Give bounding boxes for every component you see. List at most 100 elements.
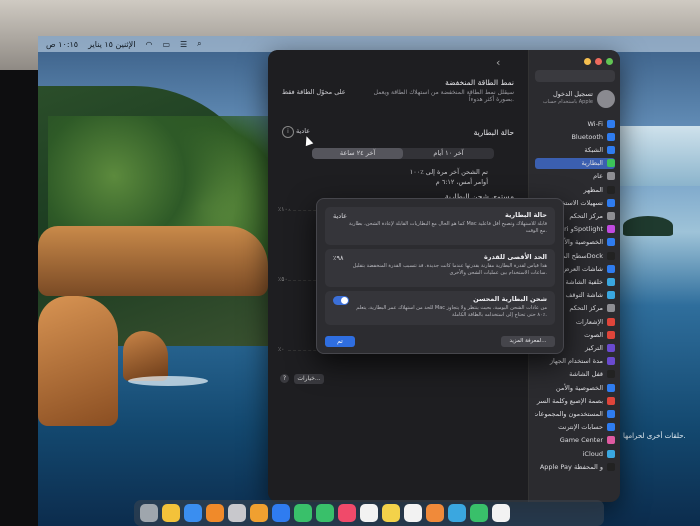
pages-icon[interactable] (206, 504, 224, 522)
calendar-icon[interactable] (360, 504, 378, 522)
sidebar-item-icon (607, 370, 615, 379)
battery-health-value: عادية (296, 127, 311, 135)
sidebar-item[interactable]: Wi-Fi (535, 118, 615, 129)
sidebar-item-icon (607, 304, 615, 313)
sidebar-item-label: قفل الشاشة (569, 370, 603, 379)
axis-label: ٪٥٠ (278, 276, 288, 283)
sidebar-item-label: الإشعارات (575, 317, 603, 326)
sidebar-profile[interactable]: تسجيل الدخول باستخدام حساب Apple (535, 88, 615, 112)
profile-sub: باستخدام حساب Apple (542, 99, 593, 105)
card-desc: كما هو الحال مع البطاريات القابلة لإعادة… (349, 221, 547, 234)
sidebar-item[interactable]: الخصوصية والأمن (535, 382, 615, 393)
range-segmented-control[interactable]: آخر ٢٤ ساعة آخر ١٠ أيام (312, 148, 494, 159)
options-button[interactable]: خيارات... (294, 374, 324, 384)
last-charged: تم الشحن آخر مرة إلى ٪١٠٠ (409, 168, 488, 176)
sidebar-item[interactable]: عام (535, 171, 615, 182)
photos-icon[interactable] (426, 504, 444, 522)
minimize-button[interactable] (584, 58, 591, 65)
sidebar-item-icon (607, 383, 615, 392)
low-power-select[interactable]: على محوّل الطاقة فقط (282, 88, 346, 96)
mail-icon[interactable] (492, 504, 510, 522)
sidebar-item-icon (607, 264, 615, 273)
sidebar-item[interactable]: الشبكة (535, 144, 615, 155)
wallpaper-cliff (38, 226, 268, 296)
sidebar-item-label: خلفية الشاشة (565, 277, 603, 286)
sidebar-item-icon (607, 449, 615, 458)
notes-icon[interactable] (382, 504, 400, 522)
sidebar-item[interactable]: حسابات الإنترنت (535, 422, 615, 433)
sidebar-item-label: Wi-Fi (587, 119, 603, 128)
sidebar-item-label: شاشات العرض (561, 264, 603, 273)
music-icon[interactable] (338, 504, 356, 522)
settings-icon[interactable] (228, 504, 246, 522)
sidebar-item-icon (607, 211, 615, 220)
tab-last-24-hours[interactable]: آخر ٢٤ ساعة (312, 148, 403, 159)
sidebar-item-icon (607, 330, 615, 339)
control-center-icon[interactable]: ☰ (180, 40, 187, 49)
sidebar-item[interactable]: قفل الشاشة (535, 369, 615, 380)
menubar-date[interactable]: الإثنين ١٥ يناير (88, 40, 135, 49)
sidebar-item-icon (607, 145, 615, 154)
sidebar-item[interactable]: iCloud (535, 448, 615, 459)
sidebar-item[interactable]: Game Center (535, 435, 615, 446)
axis-label: ٪٠ (278, 346, 285, 353)
trash-icon[interactable] (140, 504, 158, 522)
card-desc: هذا قياس لقدرة البطارية مقارنة بقدرتها ع… (352, 263, 547, 276)
optimized-charging-toggle[interactable] (333, 296, 349, 305)
sidebar-item-label: المستخدمون والمجموعات (535, 409, 603, 418)
sidebar-item[interactable]: بصمة الإصبع وكلمة السر (535, 395, 615, 406)
sidebar-item-label: عام (593, 172, 603, 181)
wallpaper-wave (128, 376, 208, 386)
help-button[interactable]: ? (280, 374, 289, 383)
sidebar-item-label: الشبكة (584, 145, 603, 154)
back-chevron-icon[interactable]: ‹ (496, 56, 500, 69)
sidebar-item-label: حسابات الإنترنت (558, 423, 603, 432)
facetime-icon[interactable] (316, 504, 334, 522)
notes-icon[interactable] (162, 504, 180, 522)
sidebar-item-icon (607, 436, 615, 445)
reminders-icon[interactable] (404, 504, 422, 522)
sidebar-item-icon (607, 119, 615, 128)
close-button[interactable] (595, 58, 602, 65)
card-value: عادية (333, 212, 348, 220)
sidebar-item-icon (607, 225, 615, 234)
dock (134, 500, 604, 526)
sidebar-item[interactable]: Apple Pay و المحفظة (535, 461, 615, 472)
card-optimized-charging: شحن البطارية المحسن للحد من استهلاك عمر … (325, 291, 555, 325)
tab-last-10-days[interactable]: آخر ١٠ أيام (403, 148, 494, 159)
last-charged-time: أوامر أمس، ٦:١٢ م (435, 178, 488, 186)
sidebar-item[interactable]: Bluetooth (535, 131, 615, 142)
keynote-icon[interactable] (250, 504, 268, 522)
menubar-clock[interactable]: ١٠:١٥ ص (46, 40, 78, 49)
sidebar-item-icon (607, 317, 615, 326)
numbers-icon[interactable] (294, 504, 312, 522)
avatar (597, 90, 615, 108)
finder-icon[interactable] (184, 504, 202, 522)
sidebar-item[interactable]: البطارية (535, 157, 615, 169)
done-button[interactable]: تم (325, 336, 355, 347)
safari-icon[interactable] (448, 504, 466, 522)
sidebar-item[interactable]: المستخدمون والمجموعات (535, 408, 615, 419)
info-icon[interactable]: i (282, 126, 294, 138)
low-power-title: نمط الطاقة المنخفضة (445, 78, 514, 87)
axis-label: ٪١٠٠ (278, 206, 291, 213)
sidebar-item-label: المظهر (583, 185, 603, 194)
learn-more-button[interactable]: لمعرفة المزيد... (501, 336, 555, 347)
sidebar-item-label: البطارية (581, 159, 604, 168)
sidebar-item-icon (607, 357, 615, 366)
card-battery-condition: حالة البطارية كما هو الحال مع البطاريات … (325, 207, 555, 245)
sidebar-item[interactable]: المظهر (535, 184, 615, 195)
search-icon[interactable]: ⌕ (197, 39, 201, 49)
zoom-button[interactable] (606, 58, 613, 65)
wifi-icon[interactable]: ◠ (145, 40, 152, 49)
battery-icon[interactable]: ▭ (162, 40, 170, 49)
messages-icon[interactable] (470, 504, 488, 522)
sidebar-item-label: الخصوصية والأمن (555, 383, 603, 392)
app-store-icon[interactable] (272, 504, 290, 522)
sidebar-item-icon (607, 185, 615, 194)
sidebar-item-label: التركيز (585, 343, 603, 352)
sidebar-search-input[interactable] (535, 70, 615, 82)
sidebar-item-icon (607, 343, 615, 352)
sidebar-item[interactable]: مدة استخدام الجهاز (535, 356, 615, 367)
card-maximum-capacity: الحد الأقصى للقدرة هذا قياس لقدرة البطار… (325, 249, 555, 287)
